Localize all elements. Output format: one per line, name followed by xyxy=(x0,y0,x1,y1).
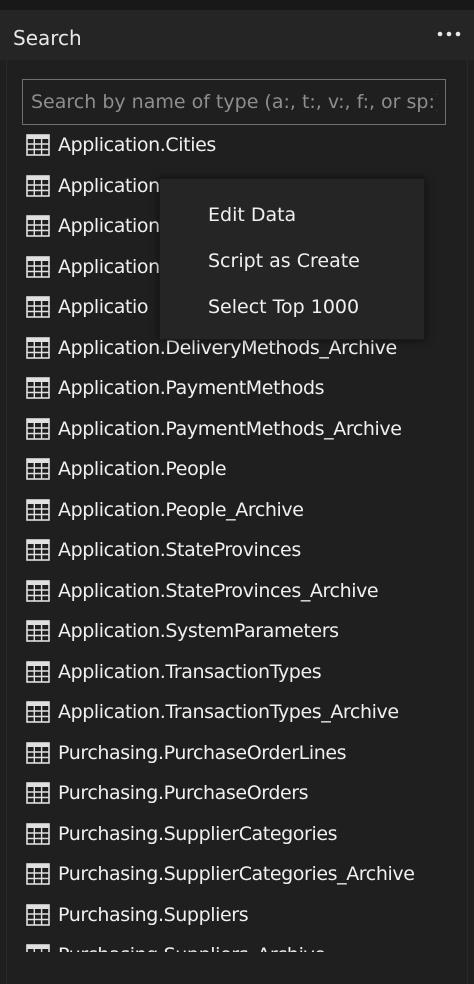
table-icon xyxy=(24,455,52,483)
table-icon xyxy=(24,901,52,929)
table-icon xyxy=(24,617,52,645)
menu-item-edit-data[interactable]: Edit Data xyxy=(160,193,424,237)
table-icon xyxy=(24,415,52,443)
result-item-label: Application.TransactionTypes_Archive xyxy=(58,701,399,723)
table-icon xyxy=(24,374,52,402)
more-horizontal-icon xyxy=(437,31,461,37)
table-icon xyxy=(24,131,52,159)
result-item-label: Application.Cities xyxy=(58,134,216,156)
result-item-label: Application.StateProvinces xyxy=(58,539,301,561)
table-icon xyxy=(24,820,52,848)
result-item[interactable]: Application.SystemParameters xyxy=(24,611,464,651)
menu-item-script-as-create[interactable]: Script as Create xyxy=(160,239,424,283)
result-item-label: Purchasing.SupplierCategories_Archive xyxy=(58,863,415,885)
result-item-label: Application.TransactionTypes xyxy=(58,660,322,683)
table-icon xyxy=(24,658,52,686)
result-item[interactable]: Application.People_Archive xyxy=(24,490,464,530)
result-item-label: Application xyxy=(58,174,160,197)
result-item[interactable]: Application.PaymentMethods xyxy=(24,368,464,408)
result-item[interactable]: Application.Cities xyxy=(24,125,464,165)
result-item-label: Purchasing.Suppliers_Archive xyxy=(58,944,326,952)
table-icon xyxy=(24,212,52,240)
result-item[interactable]: Purchasing.Suppliers xyxy=(24,895,464,935)
result-item[interactable]: Purchasing.SupplierCategories_Archive xyxy=(24,854,464,894)
table-icon xyxy=(24,253,52,281)
table-icon xyxy=(24,739,52,767)
table-icon xyxy=(24,496,52,524)
panel-header: Search xyxy=(0,10,474,60)
table-icon xyxy=(24,698,52,726)
result-item[interactable]: Application.TransactionTypes_Archive xyxy=(24,692,464,732)
result-item-label: Purchasing.PurchaseOrders xyxy=(58,782,309,804)
result-item[interactable]: Application.StateProvinces_Archive xyxy=(24,571,464,611)
result-item-label: Purchasing.PurchaseOrderLines xyxy=(58,741,347,764)
panel-title: Search xyxy=(13,26,82,50)
table-icon xyxy=(24,293,52,321)
result-item[interactable]: Application.TransactionTypes xyxy=(24,652,464,692)
result-item[interactable]: Purchasing.SupplierCategories xyxy=(24,814,464,854)
result-item[interactable]: Purchasing.Suppliers_Archive xyxy=(24,935,464,952)
result-item[interactable]: Application.StateProvinces xyxy=(24,530,464,570)
result-item-label: Application.People_Archive xyxy=(58,498,304,521)
result-item-label: Application.StateProvinces_Archive xyxy=(58,579,379,602)
search-input[interactable] xyxy=(22,79,446,125)
result-item[interactable]: Purchasing.PurchaseOrderLines xyxy=(24,733,464,773)
result-item-label: Application.PaymentMethods xyxy=(58,377,325,399)
result-item-label: Application.People xyxy=(58,458,227,480)
result-item[interactable]: Application.PaymentMethods_Archive xyxy=(24,409,464,449)
table-icon xyxy=(24,779,52,807)
result-item-label: Application xyxy=(58,255,160,278)
more-actions-button[interactable] xyxy=(434,28,464,48)
table-icon xyxy=(24,941,52,952)
result-item-label: Purchasing.Suppliers xyxy=(58,903,249,926)
result-item-label: Application.PaymentMethods_Archive xyxy=(58,417,402,440)
table-icon xyxy=(24,860,52,888)
menu-item-select-top-1000[interactable]: Select Top 1000 xyxy=(160,285,424,329)
result-item-label: Purchasing.SupplierCategories xyxy=(58,822,338,845)
result-item[interactable]: Application.People xyxy=(24,449,464,489)
result-item-label: Application xyxy=(58,215,160,237)
table-icon xyxy=(24,536,52,564)
table-icon xyxy=(24,172,52,200)
context-menu: Edit Data Script as Create Select Top 1000 xyxy=(159,178,425,340)
top-edge xyxy=(0,0,474,10)
table-icon xyxy=(24,577,52,605)
result-item-label: Applicatio xyxy=(58,296,149,318)
result-item-label: Application.SystemParameters xyxy=(58,620,339,642)
table-icon xyxy=(24,334,52,362)
result-item[interactable]: Purchasing.PurchaseOrders xyxy=(24,773,464,813)
